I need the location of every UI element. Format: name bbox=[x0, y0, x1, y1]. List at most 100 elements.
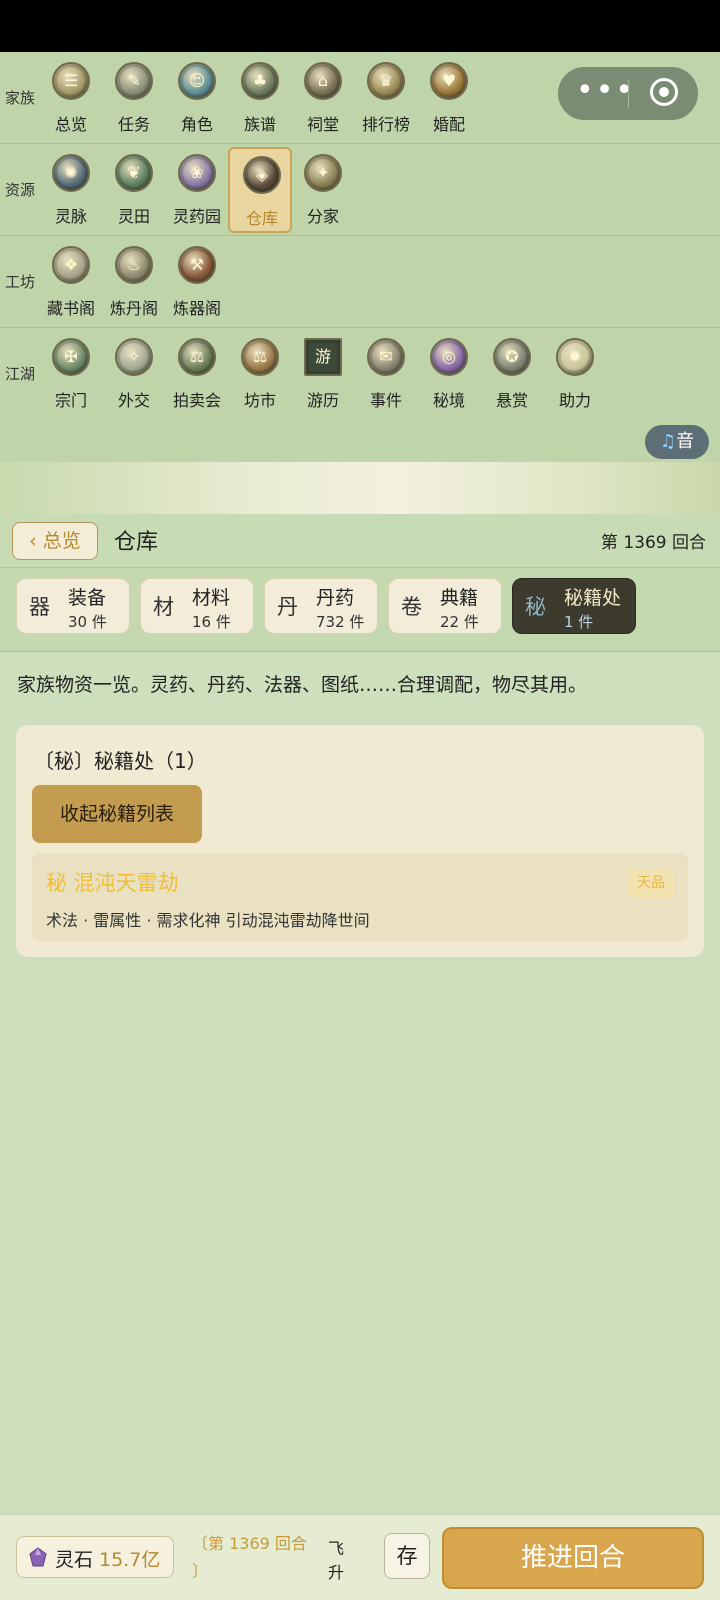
icon-glyph: ◎ bbox=[442, 347, 456, 366]
nav-item-diplomacy[interactable]: ✧ 外交 bbox=[102, 331, 166, 417]
advance-turn-button[interactable]: 推进回合 bbox=[442, 1527, 704, 1589]
shrine-icon: ⌂ bbox=[304, 62, 342, 100]
nav-item-family-tree[interactable]: ♣ 族谱 bbox=[228, 55, 292, 141]
bounty-icon: ✪ bbox=[493, 338, 531, 376]
nav-item-label: 婚配 bbox=[432, 115, 465, 134]
nav-item-label: 族谱 bbox=[243, 115, 276, 134]
nav-row-workshop: 工坊 ❖ 藏书阁 ♨ 炼丹阁 ⚒ 炼器阁 bbox=[0, 236, 720, 328]
tab-materials[interactable]: 材 材料 16 件 bbox=[140, 578, 254, 634]
nav-item-label: 总览 bbox=[54, 115, 87, 134]
tab-count: 22 件 bbox=[440, 613, 479, 631]
nav-item-sect[interactable]: ✠ 宗门 bbox=[39, 331, 103, 417]
nav-item-label: 外交 bbox=[117, 391, 150, 410]
nav-item-spirit-field[interactable]: ❦ 灵田 bbox=[102, 147, 166, 233]
nav-row-label: 工坊 bbox=[5, 273, 36, 291]
nav-item-herb-garden[interactable]: ❀ 灵药园 bbox=[165, 147, 229, 233]
more-dots-icon[interactable]: ••• bbox=[576, 73, 633, 113]
nav-item-spirit-vein[interactable]: ✺ 灵脉 bbox=[39, 147, 103, 233]
nav-item-library[interactable]: ❖ 藏书阁 bbox=[39, 239, 103, 325]
nav-item-label: 角色 bbox=[180, 115, 213, 134]
icon-glyph: ⚒ bbox=[189, 255, 205, 274]
spirit-field-icon: ❦ bbox=[115, 154, 153, 192]
nav-item-label: 炼器阁 bbox=[172, 299, 221, 318]
assist-icon: ✹ bbox=[556, 338, 594, 376]
icon-glyph: ◈ bbox=[255, 165, 269, 184]
nav-item-forge[interactable]: ⚒ 炼器阁 bbox=[165, 239, 229, 325]
bottom-turn-line1: 〔第 1369 回合 bbox=[192, 1534, 307, 1553]
warehouse-icon: ◈ bbox=[243, 156, 281, 194]
nav-item-label: 灵田 bbox=[117, 207, 150, 226]
nav-item-character[interactable]: ☺ 角色 bbox=[165, 55, 229, 141]
save-button[interactable]: 存 bbox=[384, 1533, 430, 1579]
nav-item-label: 事件 bbox=[369, 391, 402, 410]
nav-item-task[interactable]: ✎ 任务 bbox=[102, 55, 166, 141]
nav-item-event[interactable]: ✉ 事件 bbox=[354, 331, 418, 417]
icon-glyph: ☺ bbox=[188, 71, 206, 90]
target-icon[interactable] bbox=[650, 78, 678, 106]
advance-label: 推进回合 bbox=[520, 1543, 625, 1573]
nav-item-market[interactable]: ⚖ 坊市 bbox=[228, 331, 292, 417]
icon-glyph: ❦ bbox=[127, 163, 141, 182]
tab-equipment[interactable]: 器 装备 30 件 bbox=[16, 578, 130, 634]
tab-name: 材料 bbox=[192, 587, 231, 609]
panel-title: 〔秘〕秘籍处（1） bbox=[34, 749, 207, 773]
nav-item-travel[interactable]: 游游历 bbox=[291, 331, 355, 417]
tab-secret-books[interactable]: 秘 秘籍处 1 件 bbox=[512, 578, 636, 634]
nav-item-label: 助力 bbox=[558, 391, 591, 410]
stone-label: 灵石 bbox=[55, 1549, 94, 1571]
nav-item-label: 任务 bbox=[117, 115, 150, 134]
list-item[interactable]: 秘 混沌天雷劫 天品 术法 · 雷属性 · 需求化神 引动混沌雷劫降世间 bbox=[32, 853, 688, 941]
tab-key: 材 bbox=[153, 595, 174, 619]
mini-program-capsule: ••• bbox=[558, 67, 698, 120]
tab-key: 器 bbox=[29, 595, 50, 619]
tab-name: 秘籍处 bbox=[564, 587, 622, 609]
collapse-list-button[interactable]: 收起秘籍列表 bbox=[32, 785, 202, 843]
nav-item-bounty[interactable]: ✪ 悬赏 bbox=[480, 331, 544, 417]
music-toggle-button[interactable]: ♫音 bbox=[645, 425, 709, 459]
forge-icon: ⚒ bbox=[178, 246, 216, 284]
nav-item-label: 拍卖会 bbox=[172, 391, 221, 410]
spirit-vein-icon: ✺ bbox=[52, 154, 90, 192]
branch-family-icon: ✦ bbox=[304, 154, 342, 192]
nav-item-assist[interactable]: ✹ 助力 bbox=[543, 331, 607, 417]
tab-books[interactable]: 卷 典籍 22 件 bbox=[388, 578, 502, 634]
icon-glyph: ♣ bbox=[252, 71, 268, 90]
book-name: 秘 混沌天雷劫 bbox=[46, 871, 179, 895]
nav-item-warehouse[interactable]: ◈ 仓库 bbox=[228, 147, 292, 233]
nav-item-label: 排行榜 bbox=[361, 115, 410, 134]
nav-item-alchemy[interactable]: ♨ 炼丹阁 bbox=[102, 239, 166, 325]
page-title: 仓库 bbox=[114, 530, 159, 555]
icon-glyph: ⚖ bbox=[189, 347, 205, 366]
spirit-stone-balance: 灵石 15.7亿 bbox=[16, 1536, 174, 1578]
status-bar bbox=[0, 0, 720, 52]
tab-key: 丹 bbox=[277, 595, 298, 619]
nav-item-leaderboard[interactable]: ♛ 排行榜 bbox=[354, 55, 418, 141]
nav-item-overview[interactable]: ☰ 总览 bbox=[39, 55, 103, 141]
icon-glyph: ♥ bbox=[441, 71, 457, 90]
bottom-turn-line2: 〕 bbox=[192, 1562, 209, 1581]
overview-icon: ☰ bbox=[52, 62, 90, 100]
icon-glyph: ❀ bbox=[190, 163, 204, 182]
ascend-label-line1: 飞 bbox=[328, 1539, 345, 1558]
icon-glyph: ✎ bbox=[127, 71, 141, 90]
nav-item-shrine[interactable]: ⌂ 祠堂 bbox=[291, 55, 355, 141]
icon-glyph: ✪ bbox=[505, 347, 519, 366]
icon-glyph: ⚖ bbox=[252, 347, 268, 366]
back-button[interactable]: ‹ 总览 bbox=[12, 522, 98, 560]
capsule-divider bbox=[628, 79, 629, 108]
library-icon: ❖ bbox=[52, 246, 90, 284]
icon-glyph: ✹ bbox=[568, 347, 582, 366]
decorative-banner bbox=[0, 462, 720, 514]
tab-pills[interactable]: 丹 丹药 732 件 bbox=[264, 578, 378, 634]
nav-item-branch-family[interactable]: ✦ 分家 bbox=[291, 147, 355, 233]
family-tree-icon: ♣ bbox=[241, 62, 279, 100]
music-label: 音 bbox=[676, 431, 695, 452]
nav-item-marriage[interactable]: ♥ 婚配 bbox=[417, 55, 481, 141]
tab-count: 732 件 bbox=[316, 613, 365, 631]
icon-glyph: ♨ bbox=[126, 255, 142, 274]
nav-item-label: 分家 bbox=[306, 207, 339, 226]
nav-item-auction[interactable]: ⚖ 拍卖会 bbox=[165, 331, 229, 417]
task-icon: ✎ bbox=[115, 62, 153, 100]
tab-name: 典籍 bbox=[440, 587, 479, 609]
nav-item-secret-realm[interactable]: ◎ 秘境 bbox=[417, 331, 481, 417]
